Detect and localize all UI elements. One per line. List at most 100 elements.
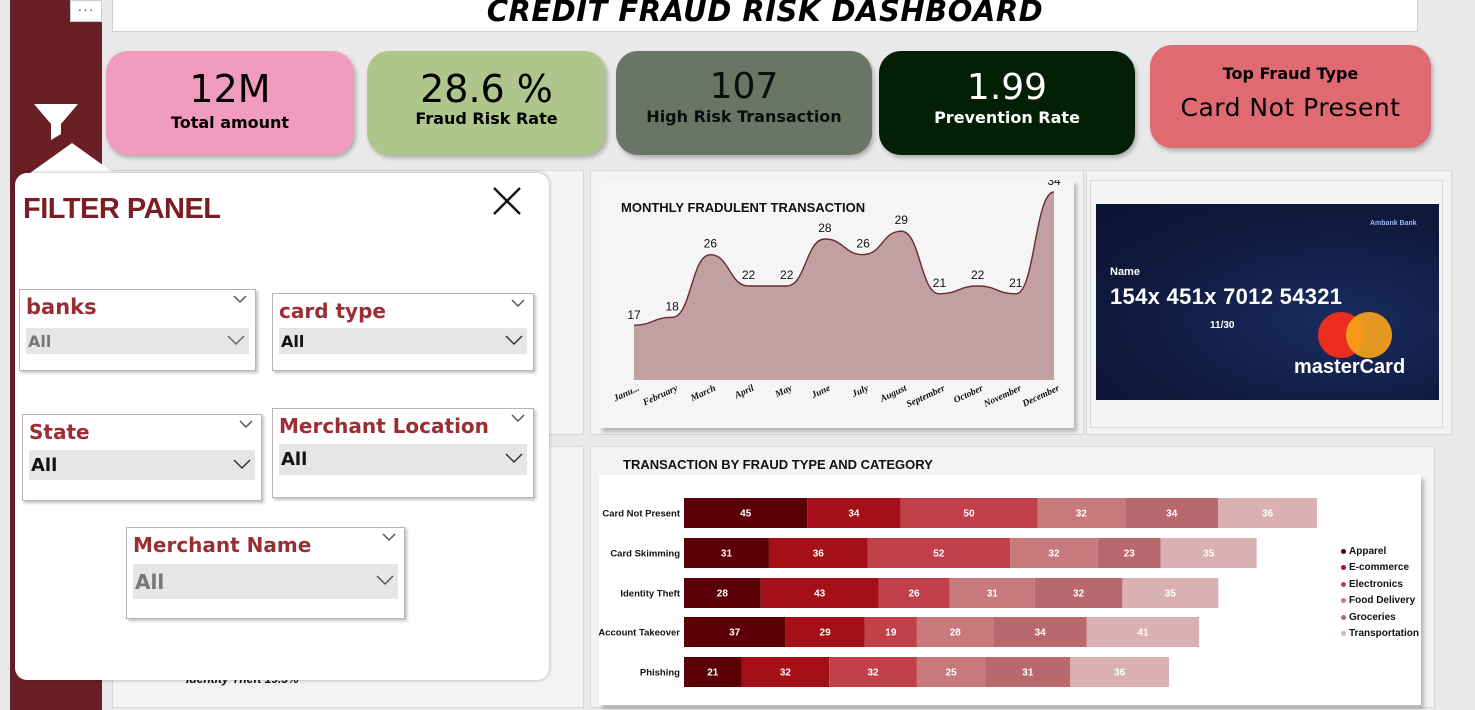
- slicer-card-type-label: card type: [279, 299, 386, 323]
- data-label: 34: [1047, 180, 1061, 188]
- slicer-banks[interactable]: banks All: [19, 289, 256, 371]
- bank-logo: Ambank Bank: [1370, 220, 1417, 227]
- chevron-down-icon[interactable]: [505, 452, 523, 464]
- x-tick-label: September: [905, 384, 947, 411]
- kpi-value: 107: [709, 66, 779, 107]
- monthly-area-chart: 17 18 26 22 22 28 26 29 21 22 21 34 Janu... February M…: [611, 180, 1061, 411]
- legend-swatch: [1341, 548, 1346, 554]
- data-label: 28: [818, 221, 832, 235]
- x-tick-label: July: [850, 383, 871, 400]
- data-label: 22: [742, 268, 756, 282]
- legend-label: Electronics: [1349, 578, 1403, 590]
- chevron-down-icon[interactable]: [382, 532, 396, 542]
- legend-label: Transportation: [1349, 628, 1420, 640]
- x-tick-label: October: [952, 384, 985, 406]
- x-tick-label: November: [982, 384, 1024, 411]
- filter-panel-title: FILTER PANEL: [23, 193, 221, 225]
- chevron-down-icon[interactable]: [376, 574, 394, 586]
- card-name-label: Name: [1110, 266, 1140, 278]
- slicer-merchant-name[interactable]: Merchant Name All: [126, 527, 405, 619]
- data-label: 22: [780, 268, 794, 282]
- card-expiry: 11/30: [1210, 320, 1235, 331]
- data-label: 29: [895, 213, 909, 227]
- legend-swatch: [1341, 598, 1346, 604]
- slicer-merchant-location-dropdown[interactable]: All: [279, 444, 527, 475]
- slicer-merchant-location-value: All: [281, 449, 308, 470]
- legend-item[interactable]: Apparel: [1341, 543, 1419, 560]
- chevron-down-icon[interactable]: [511, 413, 525, 423]
- legend-item[interactable]: Electronics: [1341, 576, 1419, 593]
- page-title: CREDIT FRAUD RISK DASHBOARD: [486, 0, 1044, 28]
- more-options-button[interactable]: ···: [70, 0, 102, 22]
- legend-label: E-commerce: [1349, 562, 1410, 574]
- data-label: 26: [704, 237, 718, 251]
- kpi-total-amount: 12M Total amount: [106, 51, 354, 155]
- slicer-merchant-name-dropdown[interactable]: All: [133, 564, 398, 599]
- slicer-card-type-dropdown[interactable]: All: [279, 328, 527, 354]
- slicer-banks-label: banks: [26, 295, 97, 319]
- chevron-down-icon[interactable]: [511, 298, 525, 308]
- data-label: 26: [856, 237, 870, 251]
- slicer-banks-value: All: [28, 332, 52, 351]
- kpi-high-risk-transaction: 107 High Risk Transaction: [616, 51, 872, 155]
- kpi-label: Fraud Risk Rate: [415, 109, 558, 128]
- x-tick-label: August: [878, 384, 909, 405]
- slicer-card-type-value: All: [281, 332, 305, 351]
- kpi-label: High Risk Transaction: [646, 107, 842, 126]
- slicer-merchant-location[interactable]: Merchant Location All: [272, 408, 534, 498]
- kpi-top-fraud-type: Top Fraud Type Card Not Present: [1150, 45, 1431, 148]
- legend-label: Groceries: [1349, 611, 1396, 623]
- dashboard-canvas: ··· CREDIT FRAUD RISK DASHBOARD 12M Tota…: [0, 0, 1475, 710]
- data-label: 22: [971, 268, 985, 282]
- filter-funnel-icon[interactable]: [30, 100, 82, 148]
- area-fill: [634, 192, 1054, 380]
- kpi-label: Prevention Rate: [934, 108, 1080, 127]
- x-tick-label: April: [732, 384, 756, 402]
- monthly-chart-panel: MONTHLY FRADULENT TRANSACTION 17 18 26 22 22…: [599, 180, 1074, 428]
- kpi-value: 12M: [189, 67, 271, 111]
- legend-swatch: [1341, 565, 1346, 571]
- kpi-value: 1.99: [966, 67, 1048, 108]
- filter-panel: FILTER PANEL banks All card type All Sta…: [15, 173, 549, 680]
- legend-item[interactable]: E-commerce: [1341, 560, 1419, 577]
- card-brand: masterCard: [1294, 356, 1406, 378]
- x-tick-label: February: [641, 383, 680, 408]
- fraud-chart-legend: Apparel E-commerce Electronics Food Deliver…: [1341, 543, 1419, 642]
- slicer-merchant-name-value: All: [135, 570, 165, 594]
- slicer-state-value: All: [31, 455, 58, 476]
- chevron-down-icon[interactable]: [505, 334, 523, 346]
- legend-swatch: [1341, 631, 1346, 637]
- slicer-card-type[interactable]: card type All: [272, 293, 534, 371]
- data-label: 21: [933, 276, 947, 290]
- title-bar: CREDIT FRAUD RISK DASHBOARD: [112, 0, 1418, 32]
- legend-item[interactable]: Food Delivery: [1341, 593, 1419, 610]
- chevron-down-icon[interactable]: [239, 419, 253, 429]
- kpi-value: Card Not Present: [1180, 93, 1401, 122]
- data-label: 18: [666, 299, 680, 313]
- slicer-banks-dropdown[interactable]: All: [26, 328, 249, 354]
- data-label: 21: [1009, 276, 1023, 290]
- card-number: 154x 451x 7012 54321: [1110, 284, 1343, 309]
- fraud-chart-title: TRANSACTION BY FRAUD TYPE AND CATEGORY: [623, 457, 933, 472]
- mastercard-orange-circle-icon: [1346, 312, 1392, 358]
- slicer-state-dropdown[interactable]: All: [29, 450, 255, 480]
- kpi-fraud-risk-rate: 28.6 % Fraud Risk Rate: [367, 51, 606, 155]
- kpi-label: Total amount: [170, 113, 290, 132]
- data-label: 17: [627, 308, 641, 322]
- slicer-merchant-location-label: Merchant Location: [279, 414, 489, 438]
- chevron-down-icon[interactable]: [233, 458, 251, 470]
- legend-swatch: [1341, 614, 1346, 620]
- close-icon[interactable]: [491, 185, 523, 217]
- x-tick-label: May: [773, 383, 795, 400]
- kpi-label: Top Fraud Type: [1222, 64, 1359, 83]
- legend-item[interactable]: Groceries: [1341, 609, 1419, 626]
- legend-label: Apparel: [1349, 545, 1387, 557]
- legend-item[interactable]: Transportation: [1341, 626, 1419, 643]
- slicer-state[interactable]: State All: [22, 414, 262, 501]
- x-tick-label: March: [689, 384, 718, 405]
- chevron-down-icon[interactable]: [233, 294, 247, 304]
- x-tick-label: June: [809, 383, 833, 401]
- chevron-down-icon[interactable]: [227, 334, 245, 346]
- legend-swatch: [1341, 581, 1346, 587]
- slicer-merchant-name-label: Merchant Name: [133, 533, 312, 557]
